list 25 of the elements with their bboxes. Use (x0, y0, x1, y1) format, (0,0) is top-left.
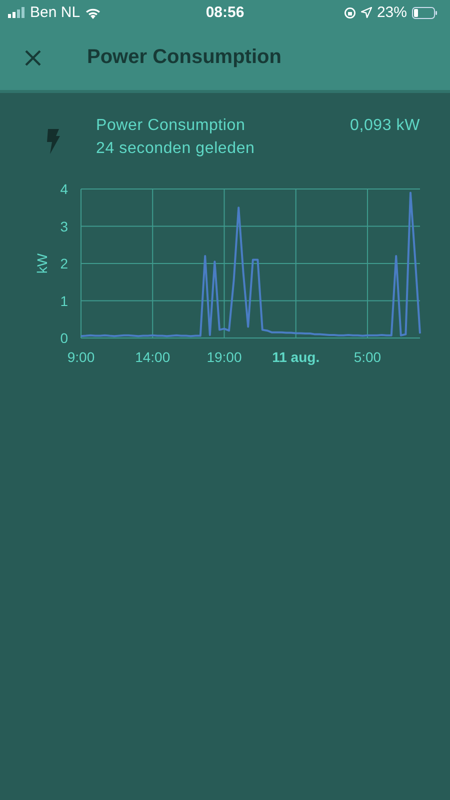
y-tick-label: 4 (60, 181, 68, 197)
lightning-bolt-icon (46, 129, 60, 154)
last-updated: 24 seconden geleden (96, 140, 256, 158)
battery-percent: 23% (376, 4, 407, 21)
dialog-title: Power Consumption (87, 46, 282, 69)
y-tick-label: 3 (60, 218, 68, 234)
signal-icon (8, 7, 25, 18)
carrier-name: Ben NL (30, 4, 80, 21)
x-tick-label: 5:00 (354, 349, 382, 365)
x-tick-label: 11 aug. (272, 349, 320, 365)
x-tick-label: 19:00 (206, 349, 242, 365)
entity-name: Power Consumption (96, 117, 246, 135)
x-tick-label: 14:00 (135, 349, 170, 365)
close-icon (24, 48, 42, 66)
clock-time: 08:56 (206, 4, 244, 21)
y-tick-label: 0 (60, 330, 68, 343)
y-tick-label: 1 (60, 292, 68, 309)
battery-icon (412, 6, 438, 18)
entity-value: 0,093 kW (350, 117, 420, 135)
y-tick-label: 2 (60, 256, 68, 272)
location-arrow-icon (360, 7, 372, 18)
x-tick-label: 9:00 (67, 349, 95, 365)
wifi-icon (85, 6, 102, 18)
y-axis-label: kW (34, 253, 50, 274)
rotation-lock-icon (344, 6, 356, 18)
